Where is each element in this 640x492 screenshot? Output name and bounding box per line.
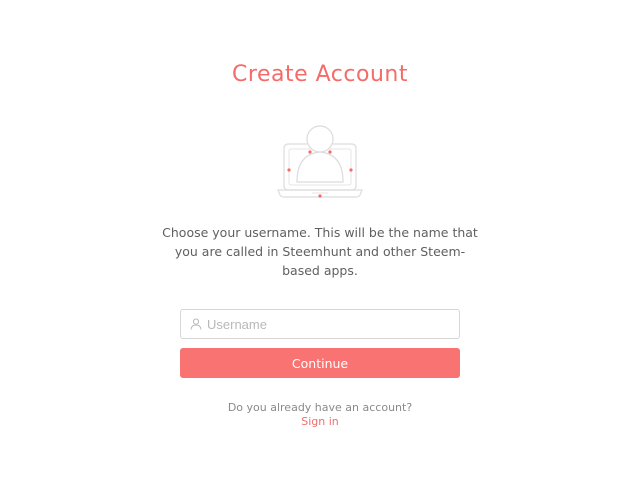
username-field-wrapper[interactable] (180, 309, 460, 339)
description-text: Choose your username. This will be the n… (162, 225, 478, 278)
user-icon (190, 318, 202, 330)
laptop-user-icon (277, 125, 363, 198)
account-question-text: Do you already have an account? (227, 401, 413, 414)
username-input[interactable] (207, 310, 452, 338)
sign-in-link[interactable]: Sign in (0, 415, 640, 428)
continue-button[interactable]: Continue (180, 348, 460, 378)
page-title: Create Account (232, 62, 408, 87)
